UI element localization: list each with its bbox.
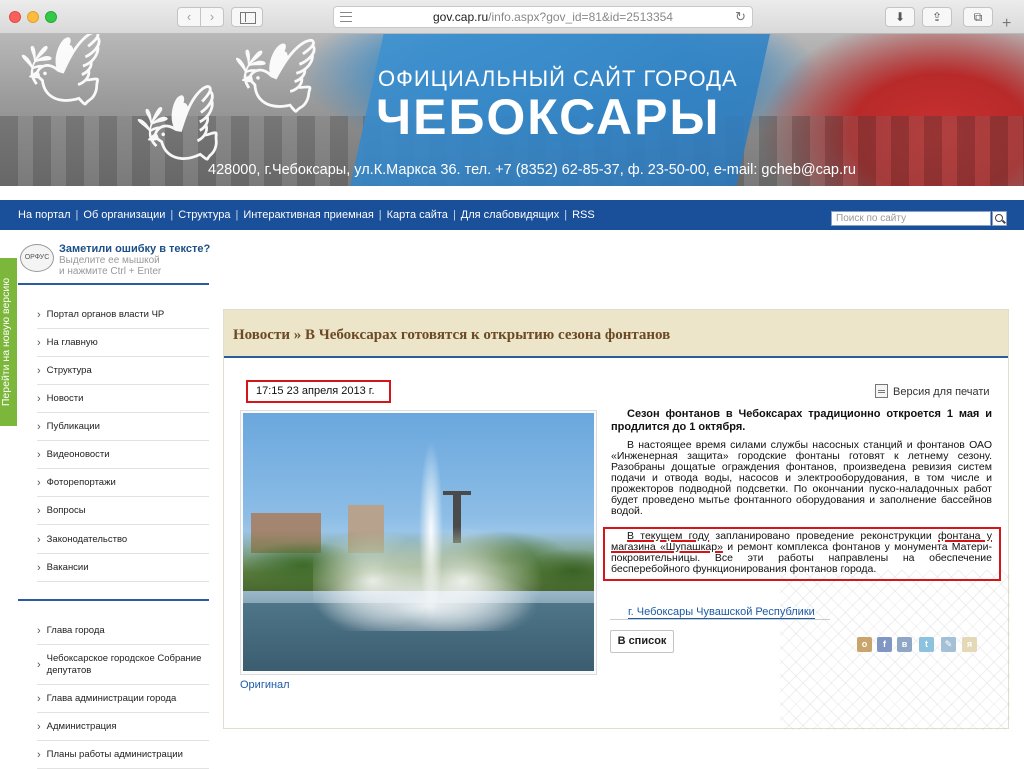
sidebar-item-label: Законодательство <box>46 534 128 545</box>
sidebar-item-label: На главную <box>46 337 98 348</box>
menu-divider <box>18 283 209 285</box>
download-icon[interactable]: ⬇ <box>885 7 915 27</box>
back-to-list-button[interactable]: В список <box>610 630 674 653</box>
orphus-hint: Выделите ее мышкой <box>59 255 160 266</box>
tabs-overview-icon[interactable]: ⧉ <box>963 7 993 27</box>
nav-link-sitemap[interactable]: Карта сайта <box>387 209 448 221</box>
nav-link-accessibility[interactable]: Для слабовидящих <box>461 209 559 221</box>
location-link[interactable]: г. Чебоксары Чувашской Республики <box>628 606 815 619</box>
twitter-icon[interactable]: t <box>919 637 934 652</box>
bird-icon: 🕊 <box>230 34 329 124</box>
forward-button[interactable]: › <box>200 7 224 27</box>
printer-icon[interactable] <box>875 384 888 398</box>
new-version-label[interactable]: Перейти на новую версию <box>0 262 16 422</box>
sidebar-item-home[interactable]: На главную <box>37 329 209 357</box>
sidebar-item-label: Глава города <box>46 625 105 636</box>
sidebar-item-label: Глава администрации города <box>46 693 177 704</box>
reload-icon[interactable]: ↻ <box>735 9 746 25</box>
nav-separator: | <box>452 209 456 221</box>
new-tab-icon[interactable]: + <box>1002 16 1011 32</box>
browser-toolbar: ‹ › gov.cap.ru/info.aspx?gov_id=81&id=25… <box>0 0 1024 34</box>
fountain-photo[interactable] <box>243 413 594 671</box>
url-host: gov.cap.ru <box>433 10 489 24</box>
top-nav-links: На портал | Об организации | Структура | Интер… <box>18 209 595 221</box>
sidebar-toggle-button[interactable] <box>231 7 263 27</box>
sidebar-item-questions[interactable]: Вопросы <box>37 497 209 525</box>
sidebar-item-work-plans[interactable]: Планы работы администрации <box>37 741 209 769</box>
maximize-window-button[interactable] <box>45 11 57 23</box>
nav-separator: | <box>170 209 174 221</box>
back-button[interactable]: ‹ <box>177 7 201 27</box>
nav-link-structure[interactable]: Структура <box>178 209 230 221</box>
minimize-window-button[interactable] <box>27 11 39 23</box>
reader-icon[interactable] <box>340 12 352 22</box>
facebook-icon[interactable]: f <box>877 637 892 652</box>
article-paragraph: В настоящее время силами службы насосных… <box>611 439 992 517</box>
bird-icon: 🕊 <box>14 34 119 121</box>
page-title: Новости » В Чебоксарах готовятся к откры… <box>233 327 671 343</box>
address-bar[interactable]: gov.cap.ru/info.aspx?gov_id=81&id=251335… <box>333 6 753 28</box>
sidebar-item-city-head[interactable]: Глава города <box>37 617 209 645</box>
divider <box>610 619 830 620</box>
sidebar-item-publications[interactable]: Публикации <box>37 413 209 441</box>
close-window-button[interactable] <box>9 11 21 23</box>
sidebar-item-legislation[interactable]: Законодательство <box>37 526 209 554</box>
livejournal-icon[interactable]: ✎ <box>941 637 956 652</box>
article-paragraph: В текущем году запланировано проведение … <box>611 531 992 575</box>
search-icon[interactable] <box>992 211 1007 226</box>
sidebar-item-label: Администрация <box>46 721 117 732</box>
search-input[interactable]: Поиск по сайту <box>831 211 991 226</box>
sidebar-item-label: Публикации <box>46 421 100 432</box>
sidebar-item-label: Новости <box>46 393 84 404</box>
sidebar-item-photoreports[interactable]: Фоторепортажи <box>37 469 209 497</box>
nav-separator: | <box>564 209 568 221</box>
sidebar-item-videonews[interactable]: Видеоновости <box>37 441 209 469</box>
photo-fountain <box>313 431 543 631</box>
share-icon[interactable]: ⇪ <box>922 7 952 27</box>
sidebar-item-portal[interactable]: Портал органов власти ЧР <box>37 301 209 329</box>
nav-separator: | <box>75 209 79 221</box>
article-datetime: 17:15 23 апреля 2013 г. <box>256 385 375 397</box>
article-lead: Сезон фонтанов в Чебоксарах традиционно … <box>611 408 992 433</box>
nav-link-portal[interactable]: На портал <box>18 209 71 221</box>
yandex-icon[interactable]: я <box>962 637 977 652</box>
sidebar-item-deputies[interactable]: Чебоксарское городское Собрание депутато… <box>37 645 209 685</box>
url-path: /info.aspx?gov_id=81&id=2513354 <box>488 10 673 24</box>
orphus-logo[interactable]: ОРФУС <box>20 244 54 272</box>
sidebar-item-label: Вакансии <box>46 562 89 573</box>
sidebar-item-label: Чебоксарское городское Собрание депутато… <box>46 652 202 676</box>
original-photo-link[interactable]: Оригинал <box>240 679 290 691</box>
sidebar-item-label: Вопросы <box>46 505 86 516</box>
sidebar-item-administration[interactable]: Администрация <box>37 713 209 741</box>
sidebar-item-label: Портал органов власти ЧР <box>46 309 165 320</box>
nav-link-reception[interactable]: Интерактивная приемная <box>243 209 373 221</box>
sidebar-item-vacancies[interactable]: Вакансии <box>37 554 209 582</box>
sidebar-item-label: Фоторепортажи <box>46 477 116 488</box>
nav-separator: | <box>378 209 382 221</box>
url-text: gov.cap.ru/info.aspx?gov_id=81&id=251335… <box>433 10 673 24</box>
nav-link-about[interactable]: Об организации <box>83 209 165 221</box>
print-version-link[interactable]: Версия для печати <box>893 386 990 398</box>
sidebar-item-structure[interactable]: Структура <box>37 357 209 385</box>
nav-separator: | <box>235 209 239 221</box>
banner-address: 428000, г.Чебоксары, ул.К.Маркса 36. тел… <box>208 162 856 178</box>
orphus-hint: и нажмите Ctrl + Enter <box>59 266 162 277</box>
odnoklassniki-icon[interactable]: o <box>857 637 872 652</box>
site-banner: 🕊 🕊 🕊 ОФИЦИАЛЬНЫЙ САЙТ ГОРОДА ЧЕБОКСАРЫ … <box>0 34 1024 186</box>
sidebar-item-news[interactable]: Новости <box>37 385 209 413</box>
orphus-title: Заметили ошибку в тексте? <box>59 243 211 255</box>
nav-link-rss[interactable]: RSS <box>572 209 595 221</box>
vkontakte-icon[interactable]: в <box>897 637 912 652</box>
sidebar-item-label: Структура <box>46 365 92 376</box>
sidebar-item-admin-head[interactable]: Глава администрации города <box>37 685 209 713</box>
menu-divider <box>18 599 209 601</box>
banner-city-name: ЧЕБОКСАРЫ <box>376 89 721 145</box>
sidebar-item-label: Видеоновости <box>46 449 110 460</box>
sidebar-item-label: Планы работы администрации <box>46 749 183 760</box>
